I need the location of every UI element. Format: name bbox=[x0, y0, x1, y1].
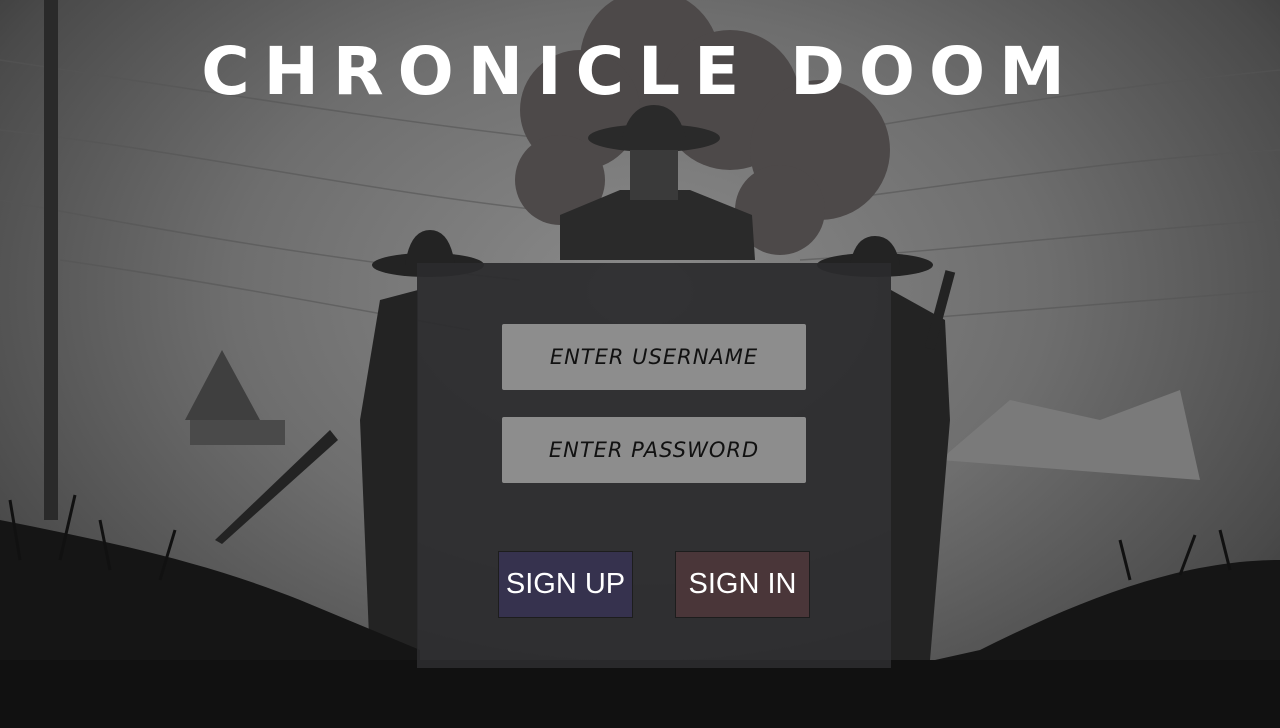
login-screen: CHRONICLE DOOM SIGN UP SIGN IN bbox=[0, 0, 1280, 728]
sign-in-button[interactable]: SIGN IN bbox=[675, 551, 810, 618]
username-input[interactable] bbox=[502, 324, 806, 390]
password-input[interactable] bbox=[502, 417, 806, 483]
sign-up-button[interactable]: SIGN UP bbox=[498, 551, 633, 618]
login-panel: SIGN UP SIGN IN bbox=[417, 263, 891, 668]
app-title: CHRONICLE DOOM bbox=[201, 33, 1079, 110]
